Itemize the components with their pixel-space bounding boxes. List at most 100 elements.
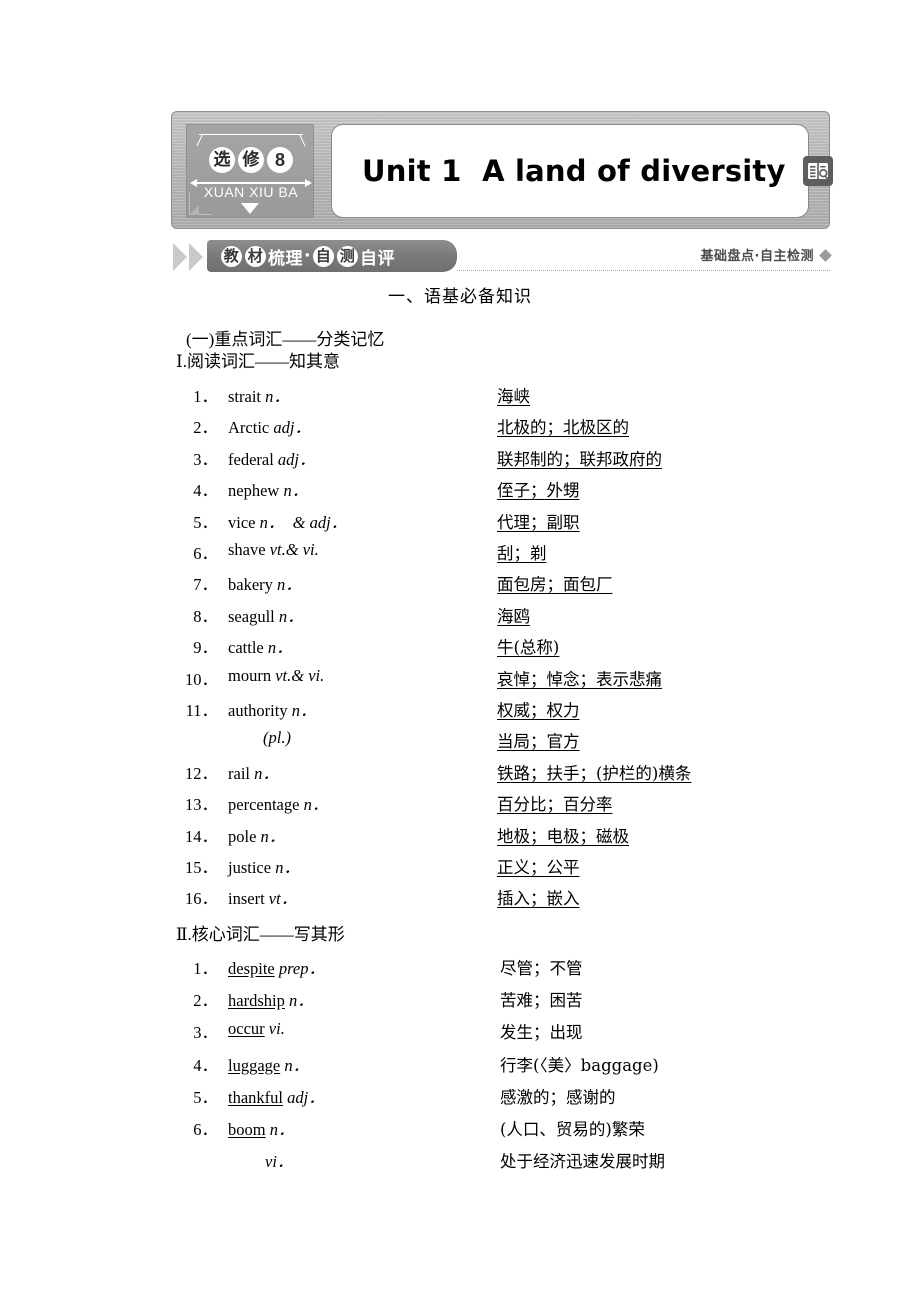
- vocab-definition: 尽管；不管: [500, 959, 583, 978]
- vocab-row: 6． shave vt.& vi. 刮；剃: [0, 540, 920, 572]
- vocab-term: cattle n．: [228, 634, 293, 658]
- unit-title-plate: Unit 1 A land of diversity: [331, 124, 833, 218]
- vocab-word: boom: [228, 1120, 266, 1139]
- vocab-row: 6． boom n． (人口、贸易的)繁荣: [0, 1116, 920, 1148]
- vocab-definition: 苦难；困苦: [500, 991, 583, 1011]
- vocab-pos: adj．: [269, 418, 311, 438]
- vocab-term: luggage n．: [228, 1052, 309, 1076]
- vocab-term: despite prep．: [228, 955, 325, 979]
- vocab-term: percentage n．: [228, 791, 328, 815]
- vocab-index: 13．: [185, 795, 218, 815]
- vocab-index: 2．: [193, 418, 218, 438]
- vocab-index: 4．: [193, 1055, 218, 1075]
- vocab-word: occur: [228, 1019, 265, 1039]
- vocab-row: 2． Arctic adj． 北极的；北极区的: [0, 414, 920, 446]
- vocab-word: rail: [228, 763, 250, 783]
- vocab-term: federal adj．: [228, 446, 316, 470]
- vocab-index: 5．: [193, 512, 218, 532]
- vocab-index: 6．: [193, 544, 218, 563]
- vocab-pos: adj．: [283, 1087, 325, 1107]
- vocab-word: strait: [228, 387, 261, 406]
- vocab-row: 1． strait n． 海峡: [0, 383, 920, 415]
- book-search-icon: [803, 156, 833, 186]
- vocab-term: boom n．: [228, 1116, 294, 1140]
- vocab-pos: vi.: [264, 1019, 285, 1039]
- vocab-term: authority n．: [228, 697, 316, 721]
- section-heading-core-vocab: Ⅱ.核心词汇——写其形: [176, 925, 345, 944]
- vocab-subform: vi．: [265, 1152, 294, 1172]
- vocab-pos: n．: [280, 1055, 310, 1075]
- vocab-word: nephew: [228, 481, 280, 501]
- vocab-term: nephew n．: [228, 477, 308, 501]
- banner-right-label: 基础盘点·自主检测: [700, 249, 814, 264]
- vocab-row: 13． percentage n． 百分比；百分率: [0, 791, 920, 823]
- vocab-word: cattle: [228, 638, 264, 658]
- vocab-definition: 发生；出现: [500, 1023, 583, 1043]
- volume-badge: 选 修 8 XUAN XIU BA: [186, 124, 314, 218]
- vocab-definition: 铁路；扶手；(护栏的)横条: [497, 763, 692, 783]
- vocab-term: occur vi.: [228, 1019, 285, 1039]
- banner-char-zi: 自: [312, 245, 334, 267]
- vocab-word: hardship: [228, 991, 285, 1011]
- banner-dotted-rule: [457, 267, 830, 271]
- vocab-pos: n．: [271, 858, 300, 877]
- vocab-word: mourn: [228, 665, 272, 685]
- vocab-word: Arctic: [228, 418, 270, 438]
- vocab-row: 10． mourn vt.& vi. 哀悼；悼念；表示悲痛: [0, 666, 920, 698]
- vocab-row: 7． bakery n． 面包房；面包厂: [0, 571, 920, 603]
- vocab-definition: 地极；电极；磁极: [497, 826, 629, 846]
- vocab-index: 16．: [185, 889, 218, 909]
- vocab-pos: n． & adj．: [255, 512, 348, 532]
- vocab-index: 8．: [193, 606, 218, 626]
- vocab-definition: 哀悼；悼念；表示悲痛: [497, 669, 662, 689]
- main-heading: 一、语基必备知识: [388, 287, 532, 306]
- vocab-index: 1．: [193, 959, 218, 978]
- vocab-definition: 行李(〈美〉baggage): [500, 1055, 659, 1075]
- vocab-word: authority: [228, 701, 288, 720]
- vocab-pos: n．: [250, 763, 279, 783]
- vocab-index: 5．: [193, 1087, 218, 1107]
- vocab-word: justice: [228, 858, 272, 877]
- vocab-pos: n．: [256, 826, 286, 846]
- vocab-row: 14． pole n． 地极；电极；磁极: [0, 823, 920, 855]
- vocab-row: 3． occur vi. 发生；出现: [0, 1019, 920, 1051]
- vocab-index: 1．: [193, 387, 218, 406]
- banner-text-ziping: 自评: [359, 248, 395, 269]
- vocab-definition: 当局；官方: [497, 732, 580, 752]
- vocab-row: 12． rail n． 铁路；扶手；(护栏的)横条: [0, 760, 920, 792]
- vocab-term: justice n．: [228, 854, 300, 878]
- vocab-definition: 联邦制的；联邦政府的: [497, 449, 662, 469]
- banner-char-ce: 测: [336, 245, 358, 267]
- vocab-definition: 牛(总称): [497, 638, 560, 658]
- banner-text-shuli: 梳理: [268, 248, 303, 269]
- vocab-word: insert: [228, 889, 265, 909]
- vocab-definition: 代理；副职: [497, 512, 580, 532]
- vocab-word: bakery: [228, 575, 273, 595]
- vocab-term: thankful adj．: [228, 1084, 325, 1108]
- vocab-pos: vt.& vi.: [265, 540, 319, 559]
- vocab-row: 2． hardship n． 苦难；困苦: [0, 987, 920, 1019]
- banner-char-jiao: 教: [221, 245, 242, 267]
- vocab-row: 5． thankful adj． 感激的；感谢的: [0, 1084, 920, 1116]
- vocab-word: thankful: [228, 1087, 283, 1107]
- vocab-word: pole: [228, 826, 257, 846]
- vocab-subform: (pl.): [263, 728, 291, 748]
- vocab-definition: 海峡: [497, 387, 530, 406]
- vocab-pos: n．: [261, 387, 290, 406]
- vocab-row: 1． despite prep． 尽管；不管: [0, 955, 920, 987]
- vocab-term: mourn vt.& vi.: [228, 666, 324, 686]
- vocab-definition: 侄子；外甥: [497, 481, 580, 501]
- vocab-index: 2．: [193, 991, 218, 1011]
- vocab-definition: 权威；权力: [497, 701, 580, 720]
- vocab-pos: n．: [287, 701, 317, 720]
- vocab-pos: n．: [272, 575, 302, 595]
- vocab-pos: prep．: [274, 959, 326, 978]
- vocab-word: federal: [228, 449, 274, 469]
- vocab-index: 3．: [193, 449, 218, 469]
- badge-corner-fold: [189, 192, 212, 215]
- vocab-term: vice n． & adj．: [228, 509, 347, 533]
- banner-char-cai: 材: [245, 245, 266, 267]
- vocab-word: percentage: [228, 795, 300, 815]
- vocab-term: strait n．: [228, 383, 290, 407]
- vocab-row: 8． seagull n． 海鸥: [0, 603, 920, 635]
